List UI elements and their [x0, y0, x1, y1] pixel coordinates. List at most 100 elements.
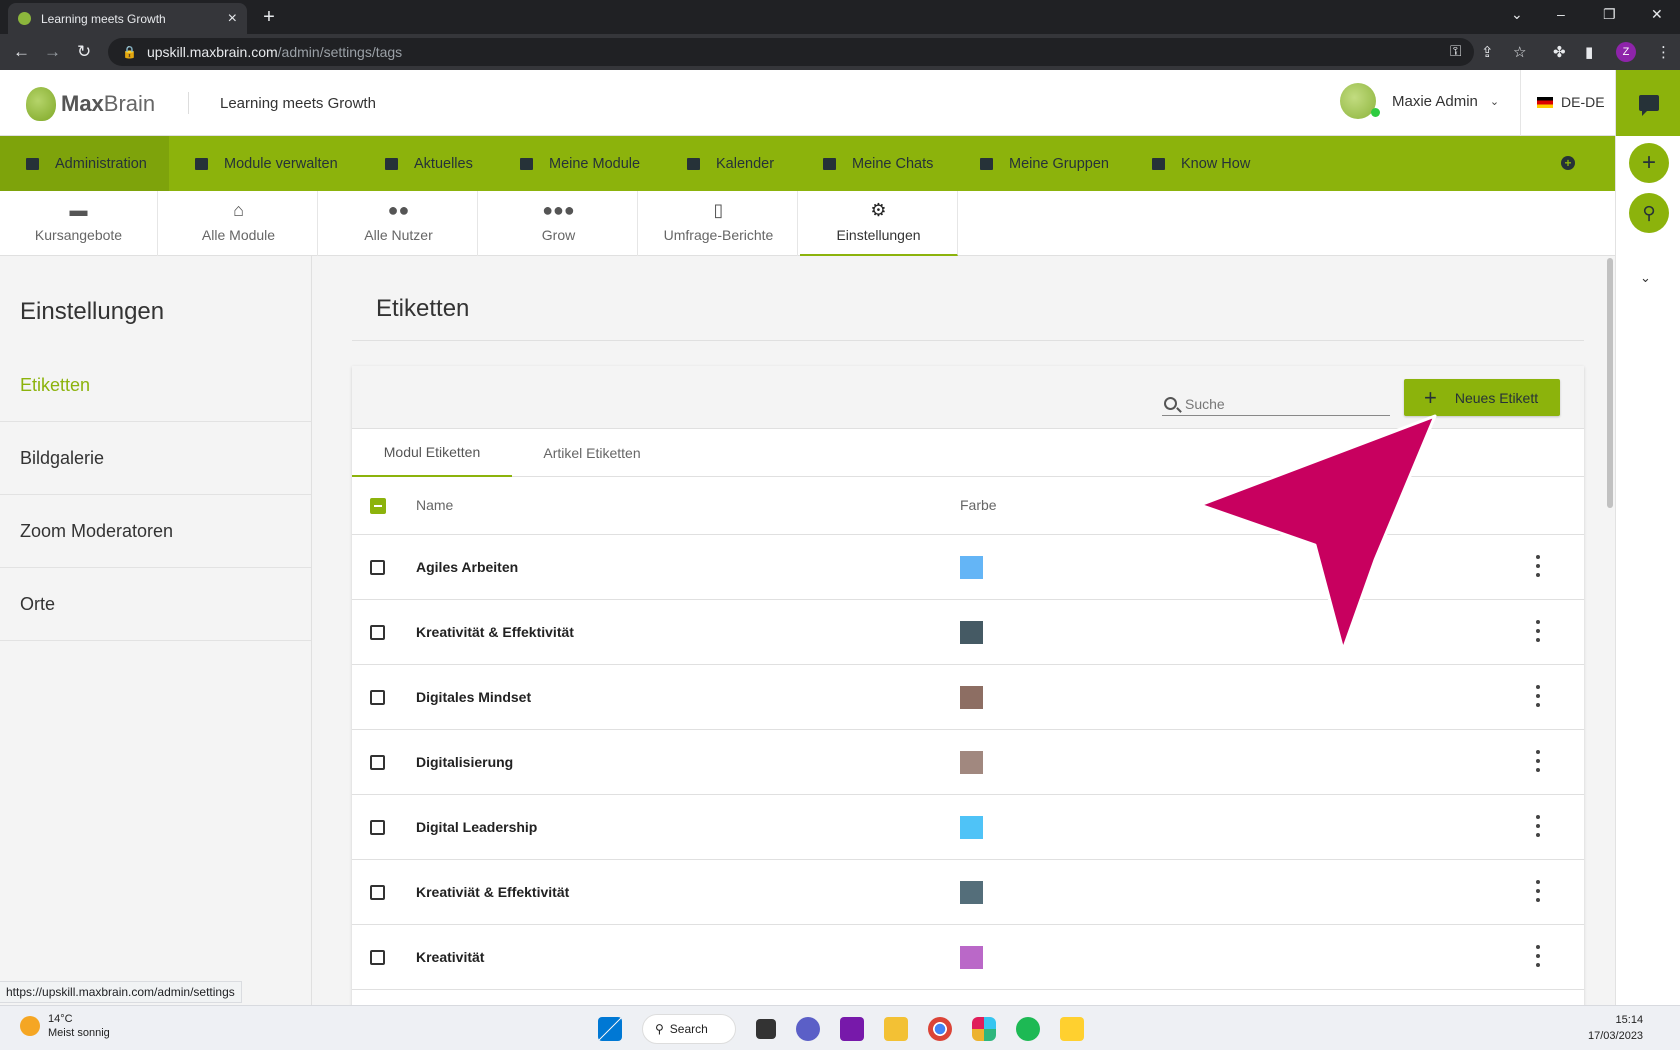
slack-icon[interactable] — [972, 1017, 996, 1041]
admin-icon — [26, 157, 39, 170]
address-bar[interactable]: 🔒 upskill.maxbrain.com /admin/settings/t… — [108, 38, 1474, 66]
file-explorer-icon[interactable] — [884, 1017, 908, 1041]
table-row[interactable]: Digitales Mindset — [352, 665, 1584, 730]
table-row[interactable]: Digitalisierung — [352, 730, 1584, 795]
lock-icon: 🔒 — [122, 45, 137, 59]
tab-artikel-etiketten[interactable]: Artikel Etiketten — [512, 429, 672, 477]
select-all-checkbox[interactable] — [370, 498, 386, 514]
table-row[interactable]: Kreativität — [352, 925, 1584, 990]
spotify-icon[interactable] — [1016, 1017, 1040, 1041]
sidebar-item-orte[interactable]: Orte — [0, 568, 311, 641]
nav-item-kalender[interactable]: Kalender — [687, 136, 774, 191]
close-window-icon[interactable]: ✕ — [1651, 6, 1663, 23]
system-clock[interactable]: 15:14 17/03/2023 — [1588, 1012, 1643, 1044]
taskbar-search[interactable]: ⚲ Search — [642, 1014, 736, 1044]
search-input[interactable] — [1185, 395, 1375, 412]
reload-icon[interactable]: ↻ — [77, 42, 91, 62]
nav-item-meine-gruppen[interactable]: Meine Gruppen — [980, 136, 1109, 191]
nav-item-know-how[interactable]: Know How — [1152, 136, 1250, 191]
more-options-icon[interactable] — [1535, 880, 1541, 902]
tag-type-tabs: Modul Etiketten Artikel Etiketten — [352, 429, 1584, 477]
more-options-icon[interactable] — [1535, 945, 1541, 967]
more-options-icon[interactable] — [1535, 815, 1541, 837]
subtab-alle-nutzer[interactable]: ●● Alle Nutzer — [320, 191, 478, 256]
extensions-icon[interactable]: ✤ — [1553, 43, 1566, 61]
subtab-kursangebote[interactable]: ▬ Kursangebote — [0, 191, 158, 256]
table-row[interactable]: Digital Leadership — [352, 795, 1584, 860]
more-options-icon[interactable] — [1535, 750, 1541, 772]
chrome-icon[interactable] — [928, 1017, 952, 1041]
forward-icon[interactable]: → — [44, 42, 61, 62]
row-checkbox[interactable] — [370, 820, 385, 835]
app-header: MaxBrain Learning meets Growth Maxie Adm… — [0, 70, 1615, 136]
subtab-einstellungen[interactable]: ⚙ Einstellungen — [800, 191, 958, 256]
bookmark-star-icon[interactable]: ☆ — [1513, 43, 1526, 61]
tab-modul-etiketten[interactable]: Modul Etiketten — [352, 429, 512, 477]
table-row[interactable]: Agiles Arbeiten — [352, 535, 1584, 600]
row-checkbox[interactable] — [370, 690, 385, 705]
subtab-label: Alle Module — [201, 227, 276, 243]
nav-item-module-verwalten[interactable]: Module verwalten — [195, 136, 338, 191]
language-selector[interactable]: DE-DE — [1537, 94, 1605, 110]
onenote-icon[interactable] — [840, 1017, 864, 1041]
row-checkbox[interactable] — [370, 625, 385, 640]
tab-search-icon[interactable]: ⌄ — [1511, 6, 1523, 23]
more-options-icon[interactable] — [1535, 620, 1541, 642]
expand-chevron-icon[interactable]: ⌄ — [1640, 270, 1651, 286]
maxbrain-logo[interactable]: MaxBrain — [26, 87, 155, 121]
close-tab-icon[interactable]: × — [228, 10, 237, 28]
profile-avatar[interactable]: Z — [1616, 42, 1636, 62]
more-options-icon[interactable] — [1535, 555, 1541, 577]
nav-item-aktuelles[interactable]: Aktuelles — [385, 136, 473, 191]
user-menu[interactable]: Maxie Admin ⌄ — [1340, 83, 1499, 119]
link-status-bar: https://upskill.maxbrain.com/admin/setti… — [0, 981, 242, 1003]
subtab-grow[interactable]: ●●● Grow — [480, 191, 638, 256]
task-view-icon[interactable] — [756, 1019, 776, 1039]
column-header-color[interactable]: Farbe — [960, 497, 997, 513]
language-label: DE-DE — [1561, 94, 1605, 110]
teams-icon[interactable] — [796, 1017, 820, 1041]
column-header-name[interactable]: Name — [416, 497, 453, 513]
url-host: upskill.maxbrain.com — [146, 44, 278, 60]
miro-icon[interactable] — [1060, 1017, 1084, 1041]
new-tag-button[interactable]: + Neues Etikett — [1404, 379, 1560, 416]
back-icon[interactable]: ← — [13, 42, 30, 62]
page-scrollbar[interactable] — [1605, 256, 1615, 1005]
table-row[interactable]: Kreativiät & Effektivität — [352, 860, 1584, 925]
more-options-icon[interactable] — [1535, 685, 1541, 707]
browser-tab[interactable]: Learning meets Growth × — [8, 3, 247, 34]
subtab-alle-module[interactable]: ⌂ Alle Module — [160, 191, 318, 256]
add-circle-icon[interactable]: + — [1561, 156, 1575, 170]
sidebar-item-bildgalerie[interactable]: Bildgalerie — [0, 422, 311, 495]
minimize-icon[interactable]: – — [1557, 6, 1565, 22]
search-field[interactable] — [1162, 392, 1390, 416]
nav-item-meine-module[interactable]: Meine Module — [520, 136, 640, 191]
tagline: Learning meets Growth — [220, 95, 376, 112]
card-toolbar: + Neues Etikett — [352, 366, 1584, 429]
share-icon[interactable]: ⇪ — [1481, 43, 1494, 61]
side-panel-icon[interactable]: ▮ — [1585, 43, 1593, 61]
new-tab-button[interactable]: + — [258, 7, 280, 29]
weather-widget[interactable]: 14°C Meist sonnig — [20, 1012, 110, 1040]
row-checkbox[interactable] — [370, 755, 385, 770]
row-checkbox[interactable] — [370, 560, 385, 575]
start-icon[interactable] — [598, 1017, 622, 1041]
chat-button[interactable] — [1616, 70, 1680, 136]
nav-item-administration[interactable]: Administration — [0, 136, 169, 191]
folder-icon — [195, 157, 208, 170]
restore-icon[interactable]: ❐ — [1603, 6, 1616, 23]
key-icon[interactable]: ⚿ — [1450, 43, 1461, 60]
add-button[interactable]: + — [1629, 143, 1669, 183]
subtab-umfrage-berichte[interactable]: ▯ Umfrage-Berichte — [640, 191, 798, 256]
table-row[interactable]: Kreativität & Effektivität — [352, 600, 1584, 665]
row-checkbox[interactable] — [370, 950, 385, 965]
sidebar-item-etiketten[interactable]: Etiketten — [0, 349, 311, 422]
nav-item-meine-chats[interactable]: Meine Chats — [823, 136, 933, 191]
nav-label: Know How — [1181, 155, 1251, 172]
graduation-cap-icon — [520, 157, 533, 170]
sidebar-item-zoom-moderatoren[interactable]: Zoom Moderatoren — [0, 495, 311, 568]
search-button[interactable]: ⚲ — [1629, 193, 1669, 233]
scrollbar-thumb[interactable] — [1607, 258, 1613, 508]
browser-menu-icon[interactable]: ⋮ — [1656, 43, 1671, 61]
row-checkbox[interactable] — [370, 885, 385, 900]
